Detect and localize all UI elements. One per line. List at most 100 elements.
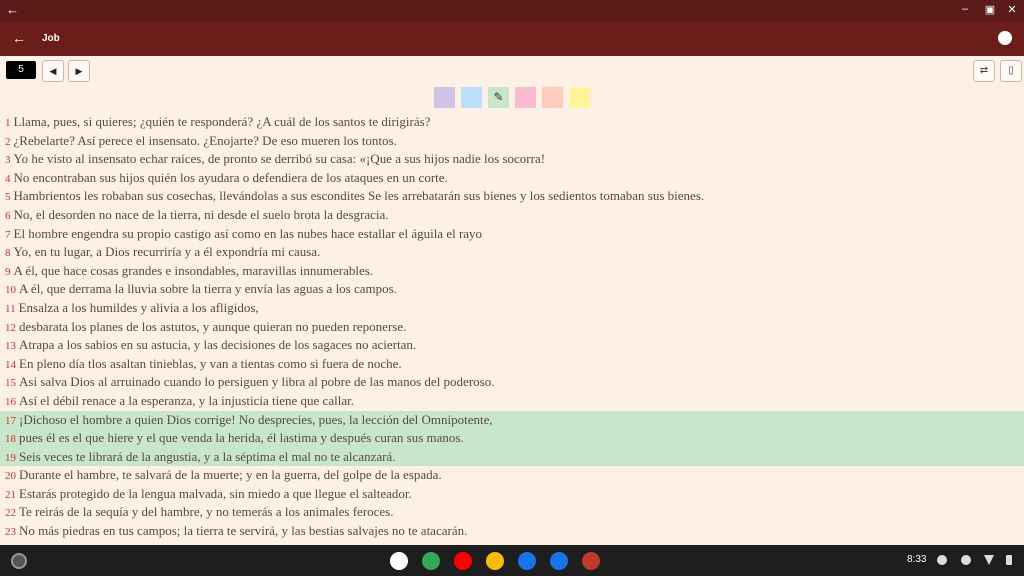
- highlight-purple-swatch[interactable]: [434, 87, 455, 108]
- system-shelf: 8:33: [0, 545, 1024, 576]
- verse-row[interactable]: 19 Seis veces te librará de la angustia, …: [0, 447, 1024, 467]
- verse-row[interactable]: 6 No, el desorden no nace de la tierra, n…: [0, 206, 1024, 225]
- verse-text: Te reirás de la sequía y del hambre, y n…: [19, 504, 394, 520]
- verse-row[interactable]: 15 Así salva Dios al arruinado cuando lo …: [0, 373, 1024, 392]
- verse-number: 8: [5, 247, 11, 260]
- verse-text: pues él es el que hiere y el que venda l…: [19, 430, 464, 446]
- verse-text: ¿Rebelarte? Así perece el insensato. ¿En…: [13, 132, 397, 148]
- verse-text: desbarata los planes de los astutos, y a…: [19, 318, 407, 334]
- compare-icon[interactable]: ⇄: [973, 60, 995, 82]
- verse-number: 20: [5, 470, 16, 483]
- verse-text: Yo, en tu lugar, a Dios recurriría y a é…: [13, 244, 321, 260]
- verse-number: 21: [5, 488, 16, 501]
- highlight-salmon-swatch[interactable]: [542, 87, 563, 108]
- verse-row[interactable]: 12 desbarata los planes de los astutos, y…: [0, 318, 1024, 337]
- window-titlebar: ← – ▣ ✕: [0, 0, 1024, 22]
- photos-icon[interactable]: [486, 552, 504, 570]
- verse-number: 3: [5, 154, 11, 167]
- verse-row[interactable]: 9A él, que hace cosas grandes e insondab…: [0, 262, 1024, 281]
- verse-row[interactable]: 18 pues él es el que hiere y el que venda…: [0, 429, 1024, 448]
- verse-number: 15: [5, 377, 16, 390]
- verse-row[interactable]: 1 Llama, pues, si quieres; ¿quién te resp…: [0, 113, 1024, 132]
- launcher-icon[interactable]: [11, 553, 27, 569]
- verse-number: 12: [5, 321, 16, 334]
- highlight-pink-swatch[interactable]: [515, 87, 536, 108]
- highlight-green-swatch[interactable]: ✎: [488, 87, 509, 108]
- verse-number: 6: [5, 209, 11, 222]
- gmail-icon[interactable]: [390, 552, 408, 570]
- verse-row[interactable]: 7 El hombre engendra su propio castigo as…: [0, 225, 1024, 244]
- verse-number: 11: [5, 302, 16, 315]
- highlight-yellow-swatch[interactable]: [569, 87, 590, 108]
- verse-number: 9: [5, 265, 11, 278]
- verse-text: Estarás protegido de la lengua malvada, …: [19, 485, 412, 501]
- verse-text: A él, que derrama la lluvia sobre la tie…: [19, 281, 397, 297]
- verse-number: 22: [5, 507, 16, 520]
- verse-number: 14: [5, 358, 16, 371]
- verse-row[interactable]: 16 Así el débil renace a la esperanza, y …: [0, 392, 1024, 411]
- verse-text: No más piedras en tus campos; la tierra …: [19, 523, 468, 539]
- menu-icon[interactable]: [998, 31, 1012, 45]
- close-icon[interactable]: ✕: [1005, 3, 1019, 16]
- bookmark-icon[interactable]: ▯: [1000, 60, 1022, 82]
- highlight-blue-swatch[interactable]: [461, 87, 482, 108]
- verse-row[interactable]: 14 En pleno día tlos asaltan tinieblas, y…: [0, 355, 1024, 374]
- verse-row[interactable]: 10 A él, que derrama la lluvia sobre la t…: [0, 280, 1024, 299]
- chrome-icon[interactable]: [422, 552, 440, 570]
- verse-row[interactable]: 2 ¿Rebelarte? Así perece el insensato. ¿E…: [0, 132, 1024, 151]
- verse-text: El hombre engendra su propio castigo así…: [13, 225, 483, 241]
- verse-text: Yo he visto al insensato echar raíces, d…: [13, 151, 546, 167]
- verse-number: 16: [5, 395, 16, 408]
- verse-text: En pleno día tlos asaltan tinieblas, y v…: [19, 355, 402, 371]
- battery-icon[interactable]: [1006, 555, 1012, 565]
- pen-icon: ✎: [493, 90, 504, 104]
- maximize-icon[interactable]: ▣: [983, 3, 997, 16]
- verse-row[interactable]: 17 ¡Dichoso el hombre a quien Dios corrig…: [0, 410, 1024, 430]
- minimize-icon[interactable]: –: [958, 3, 972, 15]
- verse-number: 13: [5, 340, 16, 353]
- verse-number: 1: [5, 117, 11, 129]
- chapter-toolbar: 5 ◀ ▶ ⇄ ▯: [0, 56, 1024, 86]
- verse-row[interactable]: 13 Atrapa a los sabios en su astucia, y l…: [0, 336, 1024, 355]
- verse-text: Así el débil renace a la esperanza, y la…: [19, 392, 354, 408]
- verse-text: A él, que hace cosas grandes e insondabl…: [13, 262, 374, 278]
- verse-row[interactable]: 22 Te reirás de la sequía y del hambre, y…: [0, 503, 1024, 522]
- window-back-icon[interactable]: ←: [6, 2, 19, 17]
- clock[interactable]: 8:33: [907, 554, 926, 565]
- settings-tray-icon[interactable]: [937, 555, 947, 565]
- verse-row[interactable]: 8 Yo, en tu lugar, a Dios recurriría y a …: [0, 243, 1024, 262]
- previous-chapter-button[interactable]: ◀: [42, 60, 64, 82]
- verse-text: ¡Dichoso el hombre a quien Dios corrige!…: [19, 411, 493, 427]
- back-arrow-icon[interactable]: ←: [12, 30, 26, 46]
- book-title: Job: [42, 33, 60, 44]
- verse-row[interactable]: 21 Estarás protegido de la lengua malvada…: [0, 485, 1024, 504]
- verse-row[interactable]: 4 No encontraban sus hijos quién los ayud…: [0, 169, 1024, 188]
- verse-text: Así salva Dios al arruinado cuando lo pe…: [19, 374, 495, 390]
- verse-row[interactable]: 23 No más piedras en tus campos; la tierr…: [0, 522, 1024, 541]
- verse-text: No, el desorden no nace de la tierra, ni…: [13, 206, 389, 222]
- verse-text: No encontraban sus hijos quién los ayuda…: [13, 169, 448, 185]
- next-chapter-button[interactable]: ▶: [68, 60, 90, 82]
- messages-icon[interactable]: [518, 552, 536, 570]
- youtube-icon[interactable]: [454, 552, 472, 570]
- verse-number: 5: [5, 191, 11, 204]
- chapter-number[interactable]: 5: [6, 61, 36, 79]
- verse-number: 17: [5, 414, 16, 427]
- verse-row[interactable]: 5 Hambrientos les robaban sus cosechas, l…: [0, 187, 1024, 206]
- status-dot-icon[interactable]: [961, 555, 971, 565]
- verse-text: Seis veces te librará de la angustia, y …: [19, 448, 396, 464]
- verse-number: 18: [5, 433, 16, 446]
- wifi-icon[interactable]: [984, 555, 994, 565]
- verse-row[interactable]: 3 Yo he visto al insensato echar raíces, …: [0, 150, 1024, 169]
- verse-number: 23: [5, 526, 16, 539]
- phone-icon[interactable]: [550, 552, 568, 570]
- verse-text: Durante el hambre, te salvará de la muer…: [19, 467, 442, 483]
- verse-list: 1 Llama, pues, si quieres; ¿quién te resp…: [0, 113, 1024, 545]
- app-bar: ← Job: [0, 22, 1024, 56]
- verse-text: Llama, pues, si quieres; ¿quién te respo…: [13, 114, 431, 129]
- bible-app-icon[interactable]: [582, 552, 600, 570]
- verse-row[interactable]: 11 Ensalza a los humildes y alivia a los …: [0, 299, 1024, 318]
- verse-text: Atrapa a los sabios en su astucia, y las…: [19, 337, 417, 353]
- verse-row[interactable]: 20 Durante el hambre, te salvará de la mu…: [0, 466, 1024, 485]
- verse-text: Ensalza a los humildes y alivia a los af…: [18, 299, 259, 315]
